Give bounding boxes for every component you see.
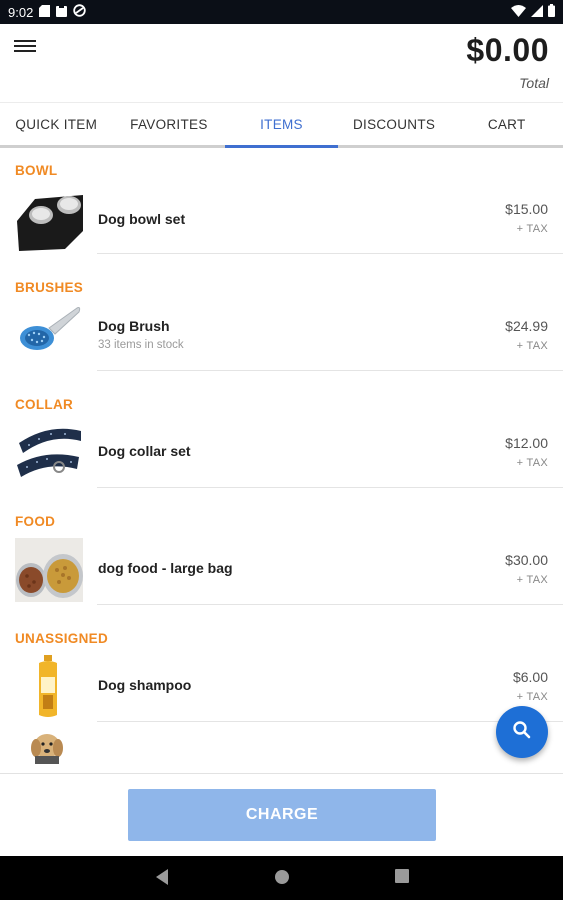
category-header-bowl: BOWL	[15, 163, 58, 178]
item-name: Dog bowl set	[98, 211, 186, 227]
back-icon[interactable]	[154, 868, 170, 891]
item-list[interactable]: BOWL Dog bowl set $15.00 + TAX BRUSHES D…	[0, 151, 563, 773]
charge-button[interactable]: CHARGE	[128, 789, 436, 841]
item-tax-label: + TAX	[516, 457, 548, 469]
divider	[97, 604, 563, 605]
list-item-dog-collar-set[interactable]: Dog collar set $12.00 + TAX	[0, 419, 563, 488]
item-name: Dog shampoo	[98, 677, 192, 693]
divider	[97, 370, 563, 371]
status-bar: 9:02	[0, 0, 563, 24]
tab-items[interactable]: ITEMS	[225, 103, 338, 148]
item-tax-label: + TAX	[516, 340, 548, 352]
tab-discounts[interactable]: DISCOUNTS	[338, 103, 451, 145]
divider	[97, 253, 563, 254]
dog-bowl-image	[15, 187, 83, 251]
hamburger-menu-icon[interactable]	[14, 38, 36, 56]
battery-icon	[548, 4, 555, 20]
item-price: $15.00	[505, 201, 548, 217]
item-name: Dog collar set	[98, 443, 191, 459]
item-stock-count: 33 items in stock	[98, 339, 184, 351]
item-name: Dog Brush	[98, 318, 170, 334]
category-header-unassigned: UNASSIGNED	[15, 631, 109, 646]
home-icon[interactable]	[273, 868, 291, 891]
item-name: dog food - large bag	[98, 560, 233, 576]
system-navigation-bar	[0, 856, 563, 900]
tab-bar: QUICK ITEM FAVORITES ITEMS DISCOUNTS CAR…	[0, 102, 563, 148]
item-price: $6.00	[512, 669, 548, 685]
tab-cart[interactable]: CART	[450, 103, 563, 145]
status-time: 9:02	[8, 4, 34, 20]
item-tax-label: + TAX	[516, 223, 548, 235]
list-item-partial[interactable]	[0, 722, 563, 773]
item-tax-label: + TAX	[516, 691, 548, 703]
item-price: $30.00	[505, 552, 548, 568]
header: $0.00 Total	[0, 24, 563, 102]
dog-shampoo-image	[15, 655, 83, 719]
total-label: Total	[519, 75, 549, 91]
dog-image	[15, 724, 83, 773]
dog-brush-image	[15, 304, 83, 368]
recents-icon[interactable]	[394, 868, 410, 889]
category-header-brushes: BRUSHES	[15, 280, 84, 295]
dog-collar-image	[15, 421, 83, 485]
search-icon	[512, 720, 532, 745]
footer: CHARGE	[0, 773, 563, 856]
sd-card-icon	[39, 4, 51, 20]
item-price: $12.00	[505, 435, 548, 451]
list-item-dog-bowl-set[interactable]: Dog bowl set $15.00 + TAX	[0, 185, 563, 254]
list-item-dog-brush[interactable]: Dog Brush 33 items in stock $24.99 + TAX	[0, 302, 563, 371]
total-amount: $0.00	[466, 32, 549, 68]
wifi-icon	[511, 4, 526, 20]
tab-quick-item[interactable]: QUICK ITEM	[0, 103, 113, 145]
dog-food-image	[15, 538, 83, 602]
list-item-dog-shampoo[interactable]: Dog shampoo $6.00 + TAX	[0, 653, 563, 722]
search-button[interactable]	[496, 706, 548, 758]
list-item-dog-food-large-bag[interactable]: dog food - large bag $30.00 + TAX	[0, 536, 563, 605]
cell-signal-icon	[531, 4, 543, 20]
clipboard-icon	[56, 4, 68, 20]
tab-favorites[interactable]: FAVORITES	[113, 103, 226, 145]
data-saver-icon	[73, 4, 87, 20]
divider	[97, 487, 563, 488]
category-header-collar: COLLAR	[15, 397, 74, 412]
item-price: $24.99	[505, 318, 548, 334]
item-tax-label: + TAX	[516, 574, 548, 586]
category-header-food: FOOD	[15, 514, 56, 529]
